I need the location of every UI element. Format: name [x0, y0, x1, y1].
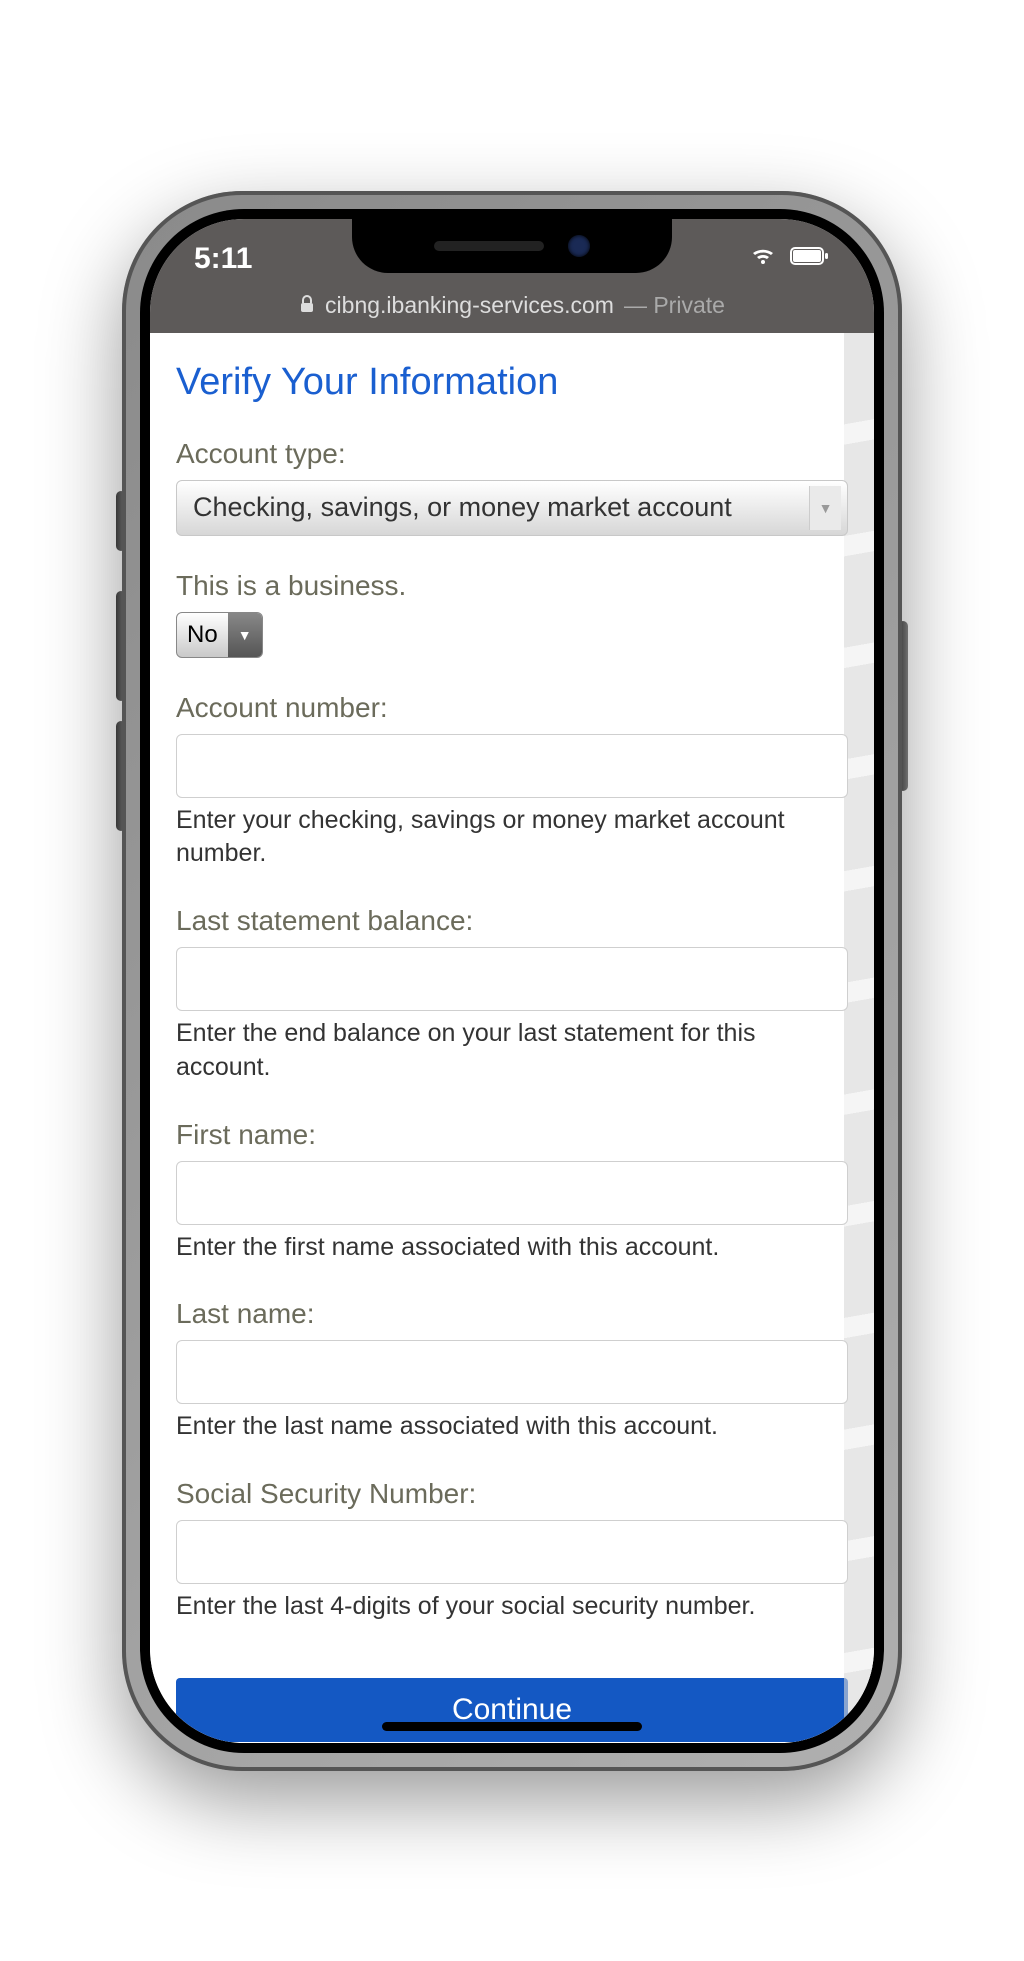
page-content: Verify Your Information Account type: Ch…: [150, 333, 874, 1742]
home-indicator[interactable]: [382, 1722, 642, 1731]
chevron-down-icon: ▼: [809, 486, 841, 530]
wifi-icon: [750, 246, 776, 271]
business-group: This is a business. No ▼: [176, 570, 848, 658]
last-balance-input[interactable]: [176, 947, 848, 1011]
phone-screen: 5:11: [150, 219, 874, 1743]
account-number-input[interactable]: [176, 734, 848, 798]
speaker: [434, 241, 544, 251]
url-suffix: — Private: [624, 292, 725, 319]
address-bar[interactable]: cibng.ibanking-services.com — Private: [150, 285, 874, 333]
last-balance-group: Last statement balance: Enter the end ba…: [176, 905, 848, 1085]
last-name-label: Last name:: [176, 1298, 848, 1330]
ssn-help: Enter the last 4-digits of your social s…: [176, 1590, 848, 1624]
continue-button[interactable]: Continue: [176, 1678, 848, 1742]
first-name-help: Enter the first name associated with thi…: [176, 1231, 848, 1265]
last-name-group: Last name: Enter the last name associate…: [176, 1298, 848, 1444]
account-number-help: Enter your checking, savings or money ma…: [176, 804, 848, 872]
chevron-down-icon: ▼: [228, 613, 262, 657]
last-name-input[interactable]: [176, 1340, 848, 1404]
status-time: 5:11: [194, 242, 252, 276]
battery-icon: [790, 246, 830, 271]
url-host: cibng.ibanking-services.com: [325, 292, 614, 319]
business-select[interactable]: No ▼: [176, 612, 263, 658]
last-balance-help: Enter the end balance on your last state…: [176, 1017, 848, 1085]
first-name-label: First name:: [176, 1119, 848, 1151]
ssn-label: Social Security Number:: [176, 1478, 848, 1510]
ssn-group: Social Security Number: Enter the last 4…: [176, 1478, 848, 1624]
business-label: This is a business.: [176, 570, 848, 602]
background-decoration: [844, 333, 874, 1742]
page-title: Verify Your Information: [176, 361, 848, 404]
account-type-group: Account type: Checking, savings, or mone…: [176, 438, 848, 536]
account-type-select[interactable]: Checking, savings, or money market accou…: [176, 480, 848, 536]
lock-icon: [299, 292, 315, 319]
first-name-group: First name: Enter the first name associa…: [176, 1119, 848, 1265]
account-type-value: Checking, savings, or money market accou…: [193, 492, 732, 523]
business-value: No: [177, 621, 228, 649]
account-number-group: Account number: Enter your checking, sav…: [176, 692, 848, 872]
front-camera: [568, 235, 590, 257]
account-type-label: Account type:: [176, 438, 848, 470]
first-name-input[interactable]: [176, 1161, 848, 1225]
account-number-label: Account number:: [176, 692, 848, 724]
ssn-input[interactable]: [176, 1520, 848, 1584]
phone-notch: [352, 219, 672, 273]
last-balance-label: Last statement balance:: [176, 905, 848, 937]
last-name-help: Enter the last name associated with this…: [176, 1410, 848, 1444]
phone-mockup: 5:11: [122, 191, 902, 1771]
